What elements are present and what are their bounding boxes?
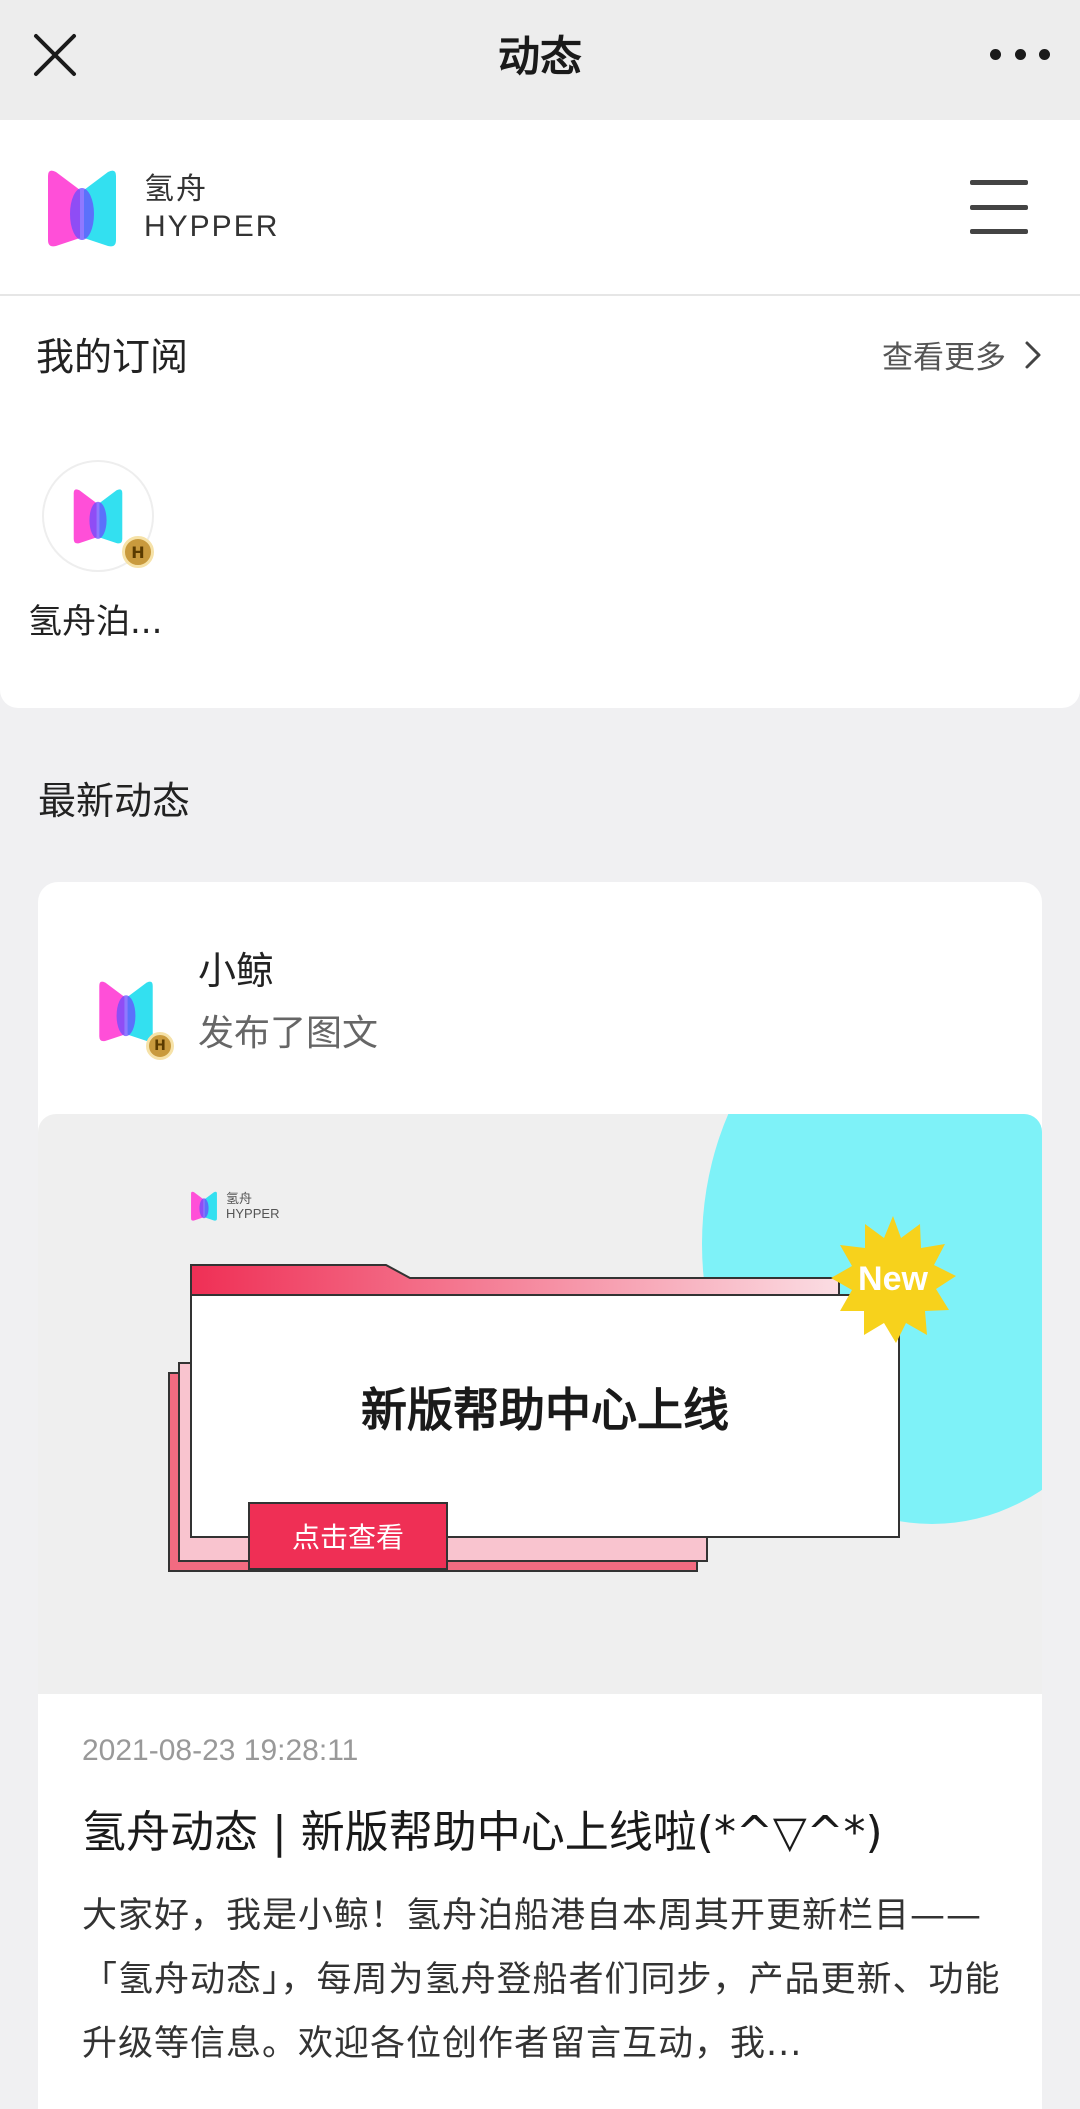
view-more-link[interactable]: 查看更多 xyxy=(882,332,1042,377)
subscription-name: 氢舟泊... xyxy=(28,602,163,642)
post-banner-image[interactable]: 氢舟 HYPPER 新版帮助中心上线 点击查看 New xyxy=(38,1114,1042,1694)
new-label: New xyxy=(858,1260,928,1298)
chevron-right-icon xyxy=(1025,341,1041,368)
site-header: 氢舟 HYPPER xyxy=(0,120,1080,296)
verified-badge-icon: H xyxy=(122,536,154,568)
avatar: H xyxy=(42,460,154,572)
banner-brand-en: HYPPER xyxy=(226,1206,280,1221)
brand-name-cn: 氢舟 xyxy=(144,172,208,207)
hypper-logo-icon xyxy=(73,489,123,544)
avatar[interactable]: H xyxy=(78,964,174,1060)
banner-brand-cn: 氢舟 xyxy=(226,1191,253,1206)
post-timestamp: 2021-08-23 19:28:11 xyxy=(82,1734,359,1767)
latest-updates-title: 最新动态 xyxy=(38,779,191,823)
more-options-icon[interactable] xyxy=(990,36,1050,72)
page-title: 动态 xyxy=(497,32,582,81)
post-excerpt: 大家好，我是小鲸！氢舟泊船港自本周其开更新栏目——「氢舟动态」，每周为氢舟登船者… xyxy=(82,1896,1001,2064)
hypper-logo-icon xyxy=(48,170,116,247)
menu-icon[interactable] xyxy=(970,180,1028,234)
hypper-logo-icon xyxy=(191,1191,217,1221)
brand-logo[interactable]: 氢舟 HYPPER xyxy=(46,166,279,250)
banner-headline: 新版帮助中心上线 xyxy=(361,1383,729,1437)
verified-badge-icon: H xyxy=(146,1032,174,1060)
post-card[interactable]: H 小鲸 发布了图文 氢舟 HYPPER 新版帮助中心上线 点击查看 New 2… xyxy=(38,882,1042,2109)
subscriptions-section: 我的订阅 查看更多 H 氢舟泊... xyxy=(0,296,1080,708)
author-name[interactable]: 小鲸 xyxy=(198,940,274,995)
subscriptions-title: 我的订阅 xyxy=(36,335,189,379)
top-nav-bar: 动态 xyxy=(0,0,1080,120)
banner-logo: 氢舟 HYPPER xyxy=(190,1190,279,1222)
post-action: 发布了图文 xyxy=(198,1013,379,1054)
post-title[interactable]: 氢舟动态 | 新版帮助中心上线啦(*^▽^*) xyxy=(82,1804,1012,1862)
brand-name-en: HYPPER xyxy=(144,210,280,243)
banner-view-button[interactable]: 点击查看 xyxy=(248,1502,448,1570)
view-more-label: 查看更多 xyxy=(882,340,1006,376)
hypper-logo-icon xyxy=(99,981,153,1042)
subscription-item[interactable]: H 氢舟泊... xyxy=(28,460,168,642)
new-star-badge-icon: New xyxy=(831,1216,956,1343)
